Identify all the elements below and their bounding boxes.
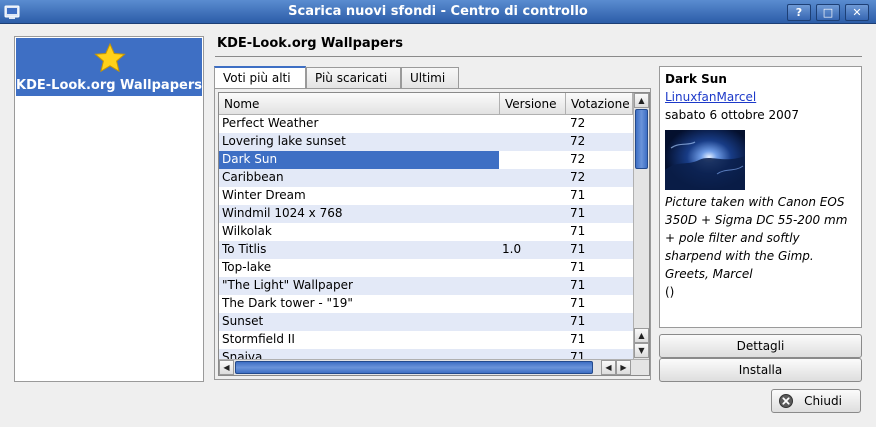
cell-name: Stormfield II (222, 332, 295, 346)
horizontal-scroll-thumb[interactable] (235, 361, 593, 374)
section-divider (215, 56, 862, 57)
column-header-version[interactable]: Versione (500, 93, 566, 115)
horizontal-scrollbar[interactable]: ◀ ◀ ▶ (219, 359, 649, 375)
cell-name: Top-lake (222, 260, 272, 274)
cell-name: "The Light" Wallpaper (222, 278, 353, 292)
cell-name: Perfect Weather (222, 116, 319, 130)
details-label: Dettagli (736, 339, 785, 353)
cell-rating: 72 (570, 116, 586, 130)
scroll-left-button-right[interactable]: ◀ (601, 360, 616, 375)
preview-panel: Dark Sun LinuxfanMarcel sabato 6 ottobre… (659, 66, 862, 328)
cell-rating: 71 (570, 260, 586, 274)
star-icon (94, 42, 126, 73)
tab-label: Voti più alti (223, 71, 291, 85)
preview-date: sabato 6 ottobre 2007 (665, 108, 800, 122)
tab-label: Più scaricati (315, 71, 388, 85)
cell-rating: 71 (570, 278, 586, 292)
table-row[interactable]: Snaiva 71 (219, 349, 633, 359)
table-row[interactable]: Winter Dream 71 (219, 187, 633, 205)
cell-rating: 71 (570, 188, 586, 202)
cell-rating: 71 (570, 224, 586, 238)
details-button[interactable]: Dettagli (659, 334, 862, 358)
table-row[interactable]: The Dark tower - "19" 71 (219, 295, 633, 313)
list-rows: Perfect Weather 72 Lovering lake sunset 72 D… (219, 115, 633, 359)
vertical-scroll-thumb[interactable] (635, 109, 648, 169)
tab-label: Ultimi (410, 71, 446, 85)
scroll-up-button[interactable]: ▲ (634, 93, 649, 108)
tab-most-downloaded[interactable]: Più scaricati (306, 67, 401, 89)
cell-rating: 71 (570, 350, 586, 359)
cell-name: Winter Dream (222, 188, 306, 202)
column-header-rating[interactable]: Votazione (566, 93, 633, 115)
cell-name: Windmil 1024 x 768 (222, 206, 343, 220)
cell-rating: 71 (570, 206, 586, 220)
vertical-scrollbar[interactable]: ▲ ▲ ▼ (633, 93, 649, 359)
sidebar-item-label: KDE-Look.org Wallpapers (16, 78, 202, 93)
sidebar-item-kde-look[interactable]: KDE-Look.org Wallpapers (16, 38, 202, 96)
cell-name: Caribbean (222, 170, 284, 184)
cell-name: Sunset (222, 314, 264, 328)
list-header: Nome Versione Votazione (219, 93, 633, 115)
cell-rating: 72 (570, 170, 586, 184)
table-row[interactable]: Sunset 71 (219, 313, 633, 331)
column-header-name[interactable]: Nome (219, 93, 500, 115)
table-row[interactable]: Top-lake 71 (219, 259, 633, 277)
cell-name: Wilkolak (222, 224, 272, 238)
install-button[interactable]: Installa (659, 358, 862, 382)
cell-name: Snaiva (222, 350, 263, 359)
tab-latest[interactable]: Ultimi (401, 67, 459, 89)
preview-thumbnail (665, 130, 745, 190)
table-row[interactable]: Caribbean 72 (219, 169, 633, 187)
cell-name: Dark Sun (222, 152, 278, 166)
table-row[interactable]: Dark Sun 72 (219, 151, 633, 169)
tab-top-rated[interactable]: Voti più alti (214, 66, 306, 89)
install-label: Installa (738, 363, 783, 377)
cell-rating: 71 (570, 314, 586, 328)
preview-author-link[interactable]: LinuxfanMarcel (665, 88, 856, 106)
cell-version: 1.0 (502, 242, 522, 256)
cell-rating: 72 (570, 134, 586, 148)
scroll-up-button-lower[interactable]: ▲ (634, 328, 649, 343)
close-window-button[interactable]: ✕ (845, 4, 869, 21)
cell-rating: 71 (570, 332, 586, 346)
close-label: Chiudi (804, 394, 842, 408)
window-title: Scarica nuovi sfondi - Centro di control… (288, 4, 588, 19)
cell-rating: 72 (570, 152, 586, 166)
section-title: KDE-Look.org Wallpapers (217, 36, 403, 51)
cell-rating: 71 (570, 242, 586, 256)
scroll-right-button[interactable]: ▶ (616, 360, 631, 375)
title-bar: Scarica nuovi sfondi - Centro di control… (0, 0, 876, 24)
table-row[interactable]: Stormfield II 71 (219, 331, 633, 349)
scroll-left-button[interactable]: ◀ (219, 360, 234, 375)
table-row[interactable]: Wilkolak 71 (219, 223, 633, 241)
cell-name: Lovering lake sunset (222, 134, 346, 148)
close-icon (779, 394, 793, 408)
table-row[interactable]: Lovering lake sunset 72 (219, 133, 633, 151)
table-row[interactable]: Perfect Weather 72 (219, 115, 633, 133)
table-row[interactable]: "The Light" Wallpaper 71 (219, 277, 633, 295)
preview-description: Picture taken with Canon EOS 350D + Sigm… (665, 195, 848, 281)
close-button[interactable]: Chiudi (771, 389, 861, 413)
preview-extra: () (665, 285, 675, 299)
table-row[interactable]: To Titlis 1.0 71 (219, 241, 633, 259)
table-row[interactable]: Windmil 1024 x 768 71 (219, 205, 633, 223)
cell-name: To Titlis (222, 242, 267, 256)
cell-name: The Dark tower - "19" (222, 296, 353, 310)
wallpaper-list[interactable]: Nome Versione Votazione Perfect Weather 7… (218, 92, 650, 376)
provider-sidebar: KDE-Look.org Wallpapers (14, 36, 204, 382)
maximize-button[interactable]: □ (816, 4, 840, 21)
scroll-down-button[interactable]: ▼ (634, 343, 649, 358)
cell-rating: 71 (570, 296, 586, 310)
help-button[interactable]: ? (787, 4, 811, 21)
preview-title: Dark Sun (665, 72, 727, 86)
